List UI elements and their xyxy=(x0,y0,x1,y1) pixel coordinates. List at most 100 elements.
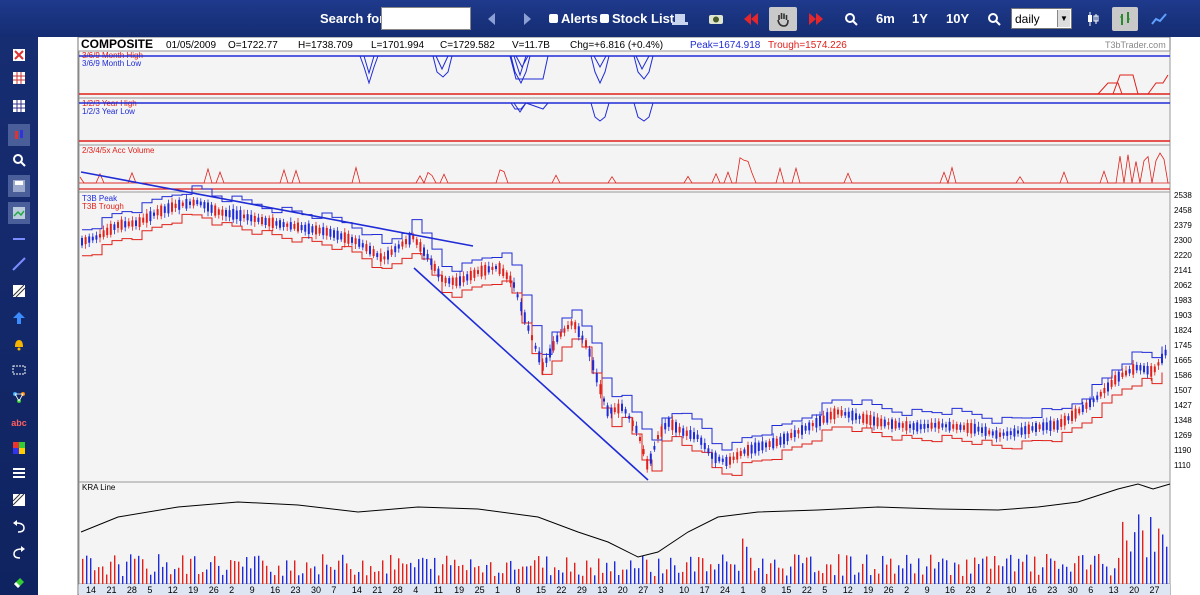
volume-bar xyxy=(698,557,700,584)
save-icon[interactable] xyxy=(8,175,30,197)
prev-arrow-icon[interactable] xyxy=(481,8,503,30)
volume-bar xyxy=(598,558,600,584)
x-tick: 1 xyxy=(495,585,500,595)
camera-icon[interactable] xyxy=(705,8,727,30)
volume-bar xyxy=(118,564,120,584)
price-tick: 2458 xyxy=(1174,206,1192,215)
volume-bar xyxy=(718,563,720,584)
kra-line-label: KRA Line xyxy=(82,483,116,492)
arrow-up-icon[interactable] xyxy=(8,307,30,329)
volume-bar xyxy=(878,573,880,584)
magnify-icon[interactable] xyxy=(8,149,30,171)
volume-bar xyxy=(754,570,756,584)
candle-body xyxy=(1042,422,1045,431)
grid-icon[interactable] xyxy=(8,67,30,89)
main-price-panel xyxy=(78,191,1171,483)
chart-area[interactable]: COMPOSITE 01/05/2009 O=1722.77 H=1738.70… xyxy=(38,37,1200,595)
volume-bar xyxy=(562,572,564,584)
horizontal-line-icon[interactable] xyxy=(8,228,30,250)
candle-body xyxy=(84,237,87,245)
fast-forward-icon[interactable] xyxy=(805,8,827,30)
candle-body xyxy=(988,430,991,435)
volume-bar xyxy=(1102,563,1104,584)
volume-bar xyxy=(230,560,232,584)
candle-body xyxy=(397,244,400,249)
candle-body xyxy=(469,270,472,281)
candle-body xyxy=(671,419,674,431)
candle-body xyxy=(1035,423,1037,432)
hand-pan-icon[interactable] xyxy=(769,7,797,31)
x-tick: 10 xyxy=(1006,585,1016,595)
line-chart-icon[interactable] xyxy=(1148,8,1170,30)
candle-body xyxy=(491,266,494,270)
candlestick-icon[interactable] xyxy=(1082,8,1104,30)
candle-body xyxy=(408,233,411,245)
candle-body xyxy=(790,432,793,438)
candle-body xyxy=(1121,372,1124,377)
volume-bar xyxy=(138,555,140,584)
spreadsheet-icon[interactable] xyxy=(8,95,30,117)
price-tick: 2379 xyxy=(1174,221,1192,230)
trend-line-icon[interactable] xyxy=(8,253,30,275)
chart-lines-icon[interactable] xyxy=(8,489,30,511)
price-tick: 1824 xyxy=(1174,326,1192,335)
stock-list-toggle[interactable]: Stock List xyxy=(600,0,674,37)
candle-body xyxy=(642,449,645,455)
bell-icon[interactable] xyxy=(8,333,30,355)
candle-icon[interactable] xyxy=(8,124,30,146)
network-icon[interactable] xyxy=(8,386,30,408)
candle-body xyxy=(754,442,757,454)
delete-icon[interactable] xyxy=(8,44,30,66)
candle-body xyxy=(534,345,537,349)
x-tick: 27 xyxy=(1150,585,1160,595)
candle-body xyxy=(995,430,998,439)
alerts-checkbox[interactable] xyxy=(549,14,558,23)
volume-bar xyxy=(414,567,416,584)
volume-bar xyxy=(454,559,456,584)
volume-bar xyxy=(814,572,816,584)
undo-icon[interactable] xyxy=(8,516,30,538)
volume-bar xyxy=(406,564,408,584)
volume-bar xyxy=(206,569,208,584)
volume-bar xyxy=(910,563,912,584)
dotted-box-icon[interactable] xyxy=(8,359,30,381)
stock-chart[interactable]: COMPOSITE 01/05/2009 O=1722.77 H=1738.70… xyxy=(38,37,1200,595)
candle-body xyxy=(991,431,994,436)
period-select[interactable]: daily ▼ xyxy=(1011,8,1072,29)
volume-bar xyxy=(846,555,848,584)
volume-bar xyxy=(258,555,260,584)
volume-bar xyxy=(130,554,132,584)
price-tick: 1348 xyxy=(1174,416,1192,425)
candle-body xyxy=(765,442,767,448)
image-icon[interactable] xyxy=(8,202,30,224)
dock-icon[interactable] xyxy=(669,8,691,30)
volume-bar xyxy=(402,563,404,584)
volume-bar xyxy=(734,564,736,584)
x-tick: 8 xyxy=(761,585,766,595)
candle-body xyxy=(387,250,389,260)
text-abc-icon[interactable]: abc xyxy=(8,412,30,434)
zoom-out-icon[interactable] xyxy=(983,8,1005,30)
candle-body xyxy=(192,199,195,206)
fib-icon[interactable] xyxy=(8,280,30,302)
search-input[interactable] xyxy=(381,7,471,30)
alerts-toggle[interactable]: Alerts xyxy=(549,0,598,37)
range-6m-button[interactable]: 6m xyxy=(876,0,895,37)
range-10y-button[interactable]: 10Y xyxy=(946,0,969,37)
stock-list-checkbox[interactable] xyxy=(600,14,609,23)
menu-icon[interactable] xyxy=(8,462,30,484)
next-arrow-icon[interactable] xyxy=(516,8,538,30)
candle-body xyxy=(124,221,127,228)
redo-icon[interactable] xyxy=(8,542,30,564)
range-1y-button[interactable]: 1Y xyxy=(912,0,928,37)
volume-tick: 7.58B xyxy=(40,531,61,540)
eraser-icon[interactable] xyxy=(8,570,30,592)
colors-icon[interactable] xyxy=(8,437,30,459)
candle-body xyxy=(329,228,332,237)
rewind-icon[interactable] xyxy=(740,8,762,30)
x-tick: 26 xyxy=(884,585,894,595)
x-tick: 23 xyxy=(291,585,301,595)
candle-body xyxy=(855,413,857,420)
zoom-icon[interactable] xyxy=(840,8,862,30)
bar-chart-icon[interactable] xyxy=(1112,7,1138,31)
